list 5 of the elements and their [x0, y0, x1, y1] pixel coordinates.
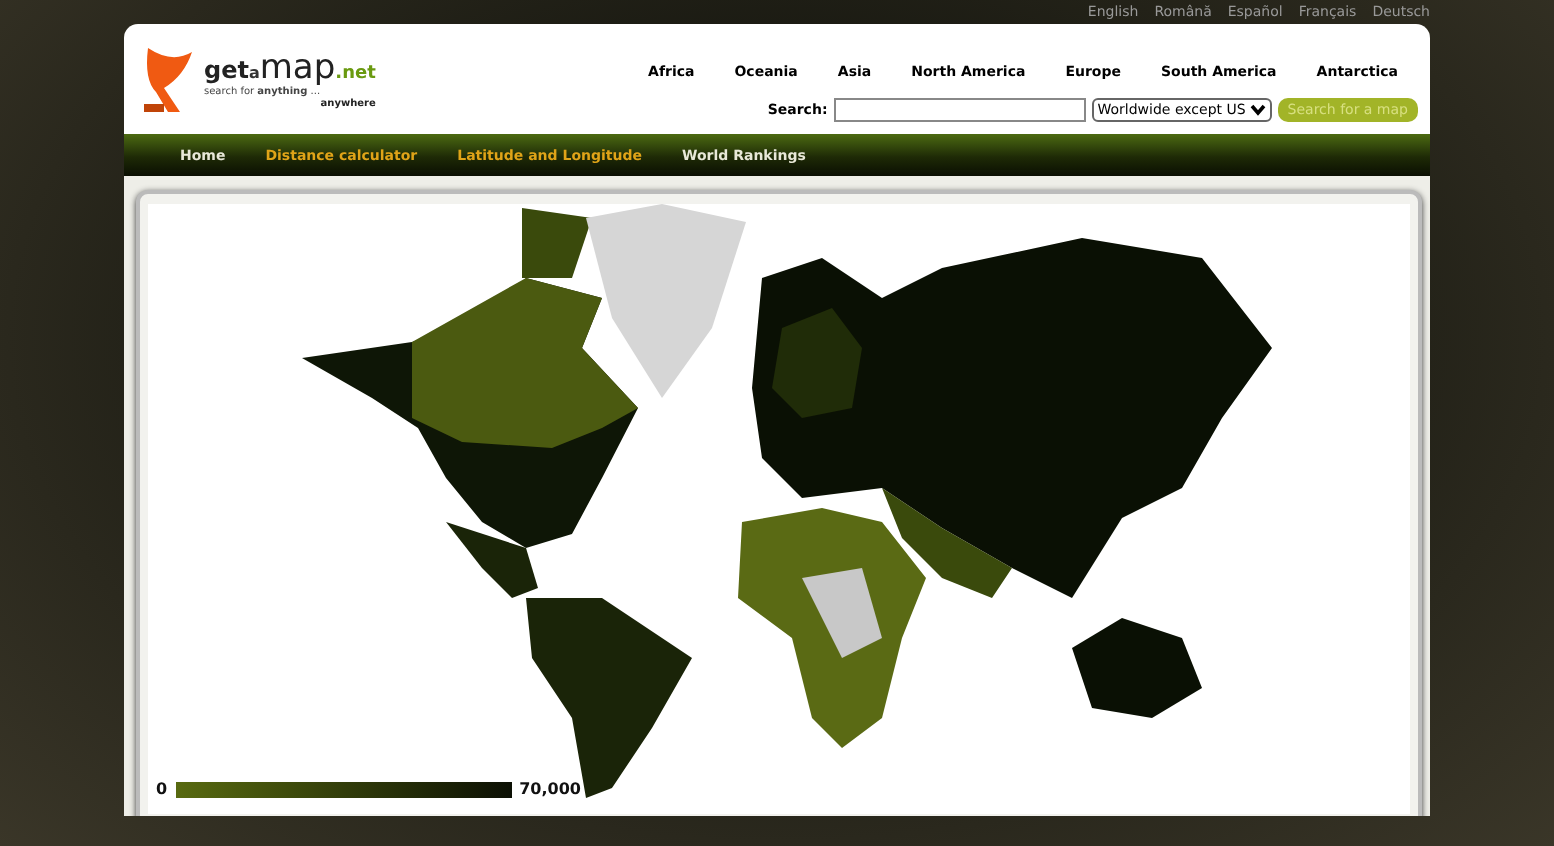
logo-wordmark: getamap.net: [204, 51, 376, 85]
legend-min: 0: [156, 780, 168, 798]
search-field[interactable]: [833, 98, 1086, 122]
legend-max: 70,000: [519, 780, 581, 798]
chevron-down-icon: [1249, 104, 1266, 116]
